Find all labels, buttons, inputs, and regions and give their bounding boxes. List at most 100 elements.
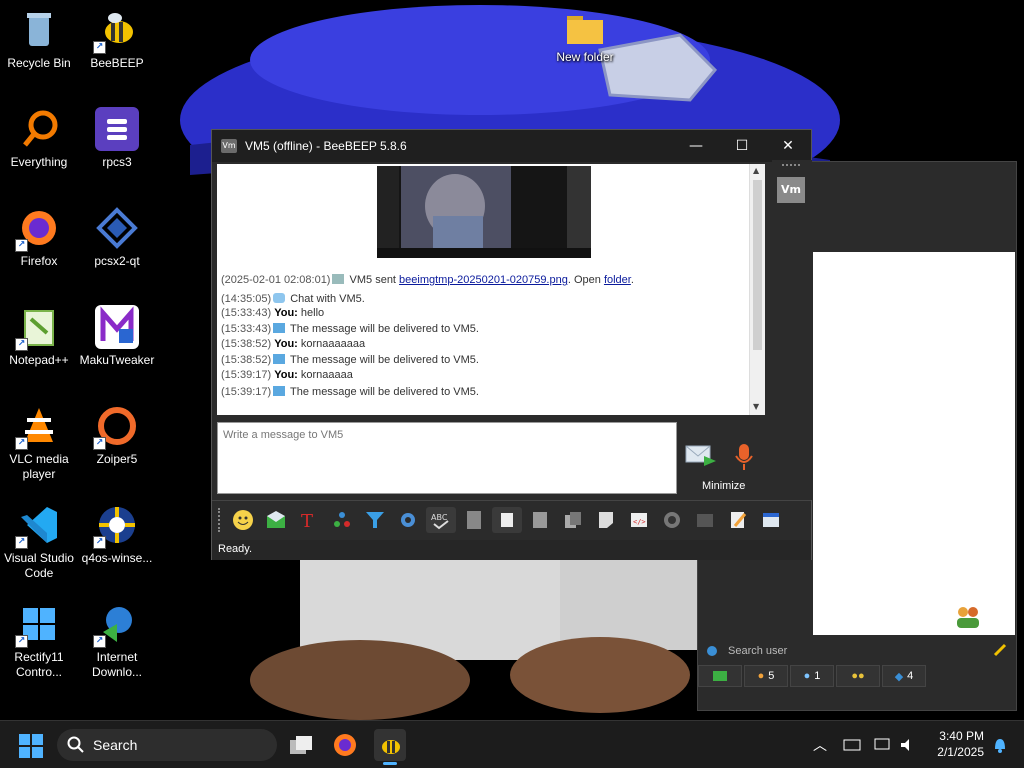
notifications-button[interactable] (984, 729, 1016, 761)
maximize-icon: ☐ (735, 138, 749, 154)
send-file-button[interactable] (261, 507, 291, 533)
envelope-icon (273, 323, 286, 333)
keyboard-button[interactable] (836, 729, 868, 761)
word-complete-button[interactable] (459, 507, 489, 533)
desktop-icon-q4os[interactable]: ↗ q4os-winse... (78, 503, 156, 566)
filter-button[interactable] (360, 507, 390, 533)
avatar[interactable]: Vm (777, 177, 805, 203)
desktop-icon-beebeep[interactable]: ↗ BeeBEEP (78, 8, 156, 71)
note-button[interactable] (591, 507, 621, 533)
vscode-icon: ↗ (15, 503, 61, 549)
toolbar-grip[interactable] (218, 507, 222, 532)
network-icon (874, 738, 890, 750)
task-view-icon (290, 736, 312, 754)
tab-files[interactable]: ◆ 4 (882, 665, 926, 687)
desktop-icon-new-folder[interactable]: New folder (546, 10, 624, 65)
desktop-icon-notepadpp[interactable]: ↗ Notepad++ (0, 305, 78, 368)
chat-log[interactable]: (2025-02-01 02:08:01) VM5 sent beeimgtmp… (217, 164, 765, 415)
drag-handle[interactable] (782, 164, 800, 170)
desktop-icon-makutweaker[interactable]: MakuTweaker (78, 305, 156, 368)
clear-log-button[interactable] (690, 507, 720, 533)
desktop-icon-rectify11[interactable]: ↗ Rectify11 Contro... (0, 602, 78, 680)
tab-home[interactable] (698, 665, 742, 687)
font-color-button[interactable] (327, 507, 357, 533)
tab-users[interactable]: ● 5 (744, 665, 788, 687)
user-list-panel (813, 252, 1015, 635)
log-line: (15:38:52) The message will be delivered… (221, 354, 479, 366)
file-link[interactable]: beeimgtmp-20250201-020759.png (399, 274, 568, 286)
chat-bubble-icon: ● (803, 670, 811, 682)
firefox-icon: ↗ (15, 206, 61, 252)
maximize-window-button[interactable]: ☐ (719, 130, 765, 162)
windows-logo-icon: ↗ (15, 602, 61, 648)
minimize-label[interactable]: Minimize (702, 480, 745, 492)
gear-icon (401, 512, 415, 527)
close-window-button[interactable]: ✕ (765, 130, 811, 162)
emoticons-button[interactable] (228, 507, 258, 533)
edit-button[interactable] (723, 507, 753, 533)
screenshot-button[interactable] (657, 507, 687, 533)
member-panel: Vm (772, 160, 812, 500)
desktop-icon-firefox[interactable]: ↗ Firefox (0, 206, 78, 269)
minimize-window-button[interactable]: — (673, 130, 719, 162)
clock[interactable]: 3:40 PM 2/1/2025 (937, 728, 984, 760)
scroll-up-icon[interactable]: ▲ (753, 166, 759, 175)
send-message-icon[interactable] (684, 442, 716, 468)
status-bar: Ready. (212, 540, 811, 560)
group-icon: ●● (851, 670, 865, 682)
gear-icon (707, 646, 717, 656)
taskbar-search[interactable]: Search (57, 729, 277, 761)
search-user-input[interactable]: Search user (728, 645, 978, 657)
desktop-icon-everything[interactable]: Everything (0, 107, 78, 170)
vlc-cone-icon: ↗ (15, 404, 61, 450)
taskbar-firefox[interactable] (329, 729, 361, 761)
window-title: VM5 (offline) - BeeBEEP 5.8.6 (245, 139, 407, 153)
chat-window[interactable]: Vm VM5 (offline) - BeeBEEP 5.8.6 — ☐ ✕ (… (211, 129, 812, 560)
copy-button[interactable] (558, 507, 588, 533)
desktop-icon-idm[interactable]: ↗ Internet Downlo... (78, 602, 156, 680)
desktop-icon-zoiper[interactable]: ↗ Zoiper5 (78, 404, 156, 467)
settings-button[interactable] (393, 507, 423, 533)
tab-groups[interactable]: ●● (836, 665, 880, 687)
start-button[interactable] (18, 733, 44, 759)
desktop-icon-vlc[interactable]: ↗ VLC media player (0, 404, 78, 482)
chat-titlebar[interactable]: Vm VM5 (offline) - BeeBEEP 5.8.6 — ☐ ✕ (212, 130, 811, 162)
chat-log-scrollbar[interactable]: ▲ ▼ (749, 164, 765, 415)
save-chat-button[interactable] (525, 507, 555, 533)
scroll-down-icon[interactable]: ▼ (753, 402, 759, 411)
main-window-tabs: ● 5 ● 1 ●● ◆ 4 (698, 665, 1016, 689)
image-preview[interactable] (377, 166, 591, 258)
bee-icon: ↗ (93, 8, 139, 54)
clear-icon (697, 513, 713, 527)
vm-window-icon: Vm (221, 139, 237, 153)
pencil-icon (731, 511, 747, 528)
spellcheck-button[interactable]: ABC (426, 506, 456, 533)
minimize-icon: — (689, 138, 703, 154)
svg-text:ABC: ABC (431, 513, 448, 522)
folder-icon (563, 10, 607, 46)
desktop-icon-recycle-bin[interactable]: Recycle Bin (0, 8, 78, 71)
color-palette-icon (334, 511, 350, 527)
home-icon (713, 671, 727, 681)
firefox-icon (334, 734, 356, 756)
taskbar-beebeep[interactable] (374, 729, 406, 765)
log-line: (2025-02-01 02:08:01) VM5 sent beeimgtmp… (221, 274, 634, 286)
show-hidden-icons-button[interactable]: ︿ (804, 729, 836, 761)
folder-link[interactable]: folder (604, 274, 631, 286)
desktop-icon-rpcs3[interactable]: rpcs3 (78, 107, 156, 170)
volume-button[interactable] (892, 729, 924, 761)
scrollbar-thumb[interactable] (753, 180, 762, 350)
message-input[interactable]: Write a message to VM5 (217, 422, 677, 494)
html-code-button[interactable]: </> (624, 507, 654, 533)
desktop-icon-pcsx2[interactable]: pcsx2-qt (78, 206, 156, 269)
tab-chats[interactable]: ● 1 (790, 665, 834, 687)
filter-icon (366, 511, 384, 528)
clear-search-icon[interactable] (993, 643, 1007, 657)
task-view-button[interactable] (285, 729, 317, 761)
font-button[interactable]: T (294, 507, 324, 533)
microphone-icon[interactable] (734, 442, 754, 472)
svg-text:</>: </> (633, 518, 646, 526)
desktop-icon-vscode[interactable]: ↗ Visual Studio Code (0, 503, 78, 581)
compact-mode-button[interactable] (492, 506, 522, 533)
detach-button[interactable] (756, 507, 786, 533)
